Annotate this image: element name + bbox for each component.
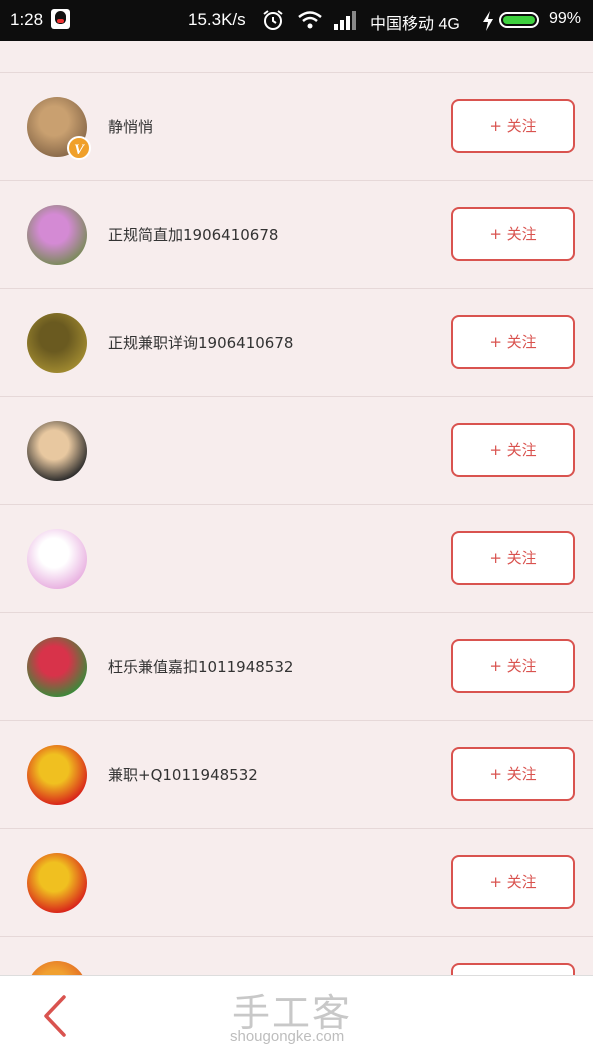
status-time: 1:28 — [10, 10, 44, 29]
user-name[interactable]: 枉乐兼值嘉扣1011948532 — [108, 656, 293, 677]
follow-button[interactable]: + 关注 — [451, 639, 575, 693]
follow-button[interactable]: + 关注 — [451, 963, 575, 975]
qq-icon — [51, 9, 70, 29]
user-row[interactable]: 正规兼职详询1906410678 + 关注 — [0, 289, 593, 397]
user-avatar[interactable] — [27, 205, 87, 265]
user-list[interactable]: V 静悄悄 + 关注 正规简直加1906410678 + 关注 正规兼职详询1906410… — [0, 41, 593, 975]
user-row[interactable]: 兼职+Q1011948532 + 关注 — [0, 721, 593, 829]
list-top-divider — [0, 41, 593, 73]
user-name[interactable]: 正规简直加1906410678 — [108, 224, 278, 245]
network-speed: 15.3K/s — [188, 10, 246, 29]
user-row[interactable]: + 关注 — [0, 829, 593, 937]
user-avatar[interactable] — [27, 745, 87, 805]
follow-button[interactable]: + 关注 — [451, 207, 575, 261]
follow-button[interactable]: + 关注 — [451, 423, 575, 477]
follow-button[interactable]: + 关注 — [451, 99, 575, 153]
user-row[interactable]: + 关注 — [0, 937, 593, 975]
carrier-label: 中国移动 4G — [370, 16, 460, 33]
user-avatar[interactable] — [27, 421, 87, 481]
follow-button[interactable]: + 关注 — [451, 855, 575, 909]
chevron-left-icon[interactable] — [40, 994, 70, 1038]
user-avatar[interactable] — [27, 961, 87, 975]
user-row[interactable]: + 关注 — [0, 505, 593, 613]
user-row[interactable]: + 关注 — [0, 397, 593, 505]
wifi-icon — [298, 11, 322, 29]
battery-percent: 99% — [549, 10, 582, 27]
user-avatar[interactable] — [27, 529, 87, 589]
user-name[interactable]: 正规兼职详询1906410678 — [108, 332, 293, 353]
user-avatar[interactable] — [27, 313, 87, 373]
follow-button[interactable]: + 关注 — [451, 315, 575, 369]
user-row[interactable]: 枉乐兼值嘉扣1011948532 + 关注 — [0, 613, 593, 721]
verified-badge-icon: V — [67, 136, 91, 160]
logo-domain: shougongke.com — [230, 1028, 345, 1045]
status-bar: 1:28 15.3K/s 中国移动 4G 99% — [0, 0, 593, 41]
bottom-bar: 手工客 shougongke.com — [0, 975, 593, 1055]
charging-icon — [483, 11, 493, 31]
user-row[interactable]: 正规简直加1906410678 + 关注 — [0, 181, 593, 289]
battery-icon — [499, 12, 539, 28]
user-name[interactable]: 静悄悄 — [108, 116, 153, 137]
user-name[interactable]: 兼职+Q1011948532 — [108, 764, 258, 785]
user-row[interactable]: V 静悄悄 + 关注 — [0, 73, 593, 181]
user-avatar[interactable] — [27, 853, 87, 913]
follow-button[interactable]: + 关注 — [451, 531, 575, 585]
signal-icon — [334, 11, 356, 30]
alarm-icon — [263, 10, 283, 30]
follow-button[interactable]: + 关注 — [451, 747, 575, 801]
user-avatar[interactable] — [27, 637, 87, 697]
